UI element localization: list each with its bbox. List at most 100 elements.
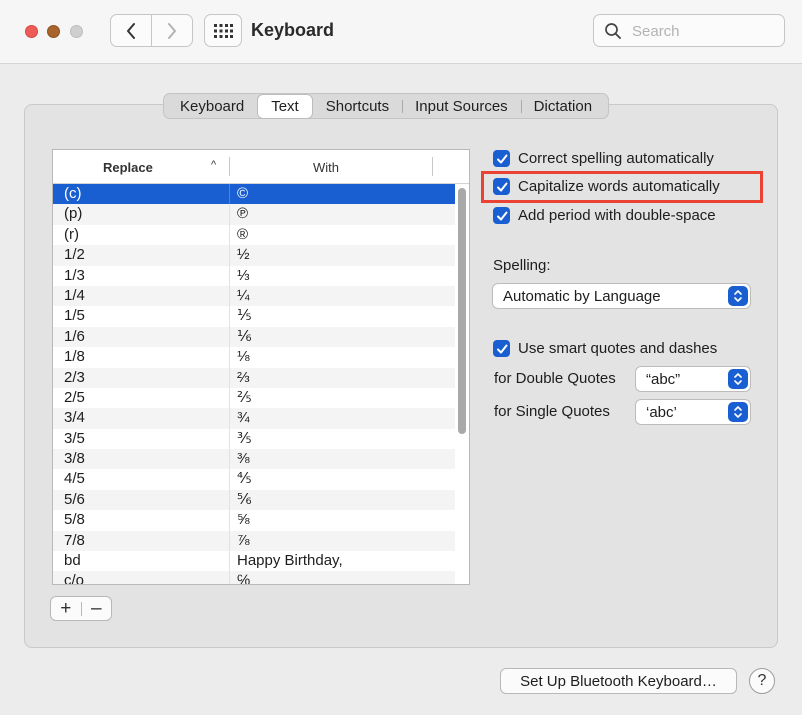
help-button[interactable]: ? <box>749 668 775 694</box>
replace-cell[interactable]: 4/5 <box>53 469 229 489</box>
capitalize-words-option[interactable]: Capitalize words automatically <box>493 178 720 195</box>
with-cell[interactable]: ⅘ <box>229 469 455 490</box>
column-header-with[interactable]: With <box>313 160 339 175</box>
with-cell[interactable]: ℅ <box>229 571 455 584</box>
tab-input-sources[interactable]: Input Sources <box>402 94 521 118</box>
with-cell[interactable]: ℗ <box>229 204 455 225</box>
correct-spelling-checkbox[interactable] <box>493 150 510 167</box>
table-row[interactable]: 1/6 ⅙ <box>53 326 455 348</box>
replace-cell[interactable]: 3/8 <box>53 449 229 469</box>
show-all-button[interactable] <box>204 14 242 47</box>
remove-button[interactable]: – <box>82 598 112 620</box>
replace-cell[interactable]: (c) <box>53 184 229 204</box>
table-row[interactable]: 7/8 ⅞ <box>53 530 455 552</box>
column-divider[interactable] <box>229 157 230 176</box>
table-row[interactable]: 2/3 ⅔ <box>53 367 455 388</box>
table-row[interactable]: 4/5 ⅘ <box>53 469 455 490</box>
table-row[interactable]: 3/8 ⅜ <box>53 449 455 470</box>
with-cell[interactable]: Happy Birthday, <box>229 551 455 572</box>
add-period-checkbox[interactable] <box>493 207 510 224</box>
search-input[interactable] <box>630 21 780 41</box>
correct-spelling-option[interactable]: Correct spelling automatically <box>493 150 714 167</box>
with-cell[interactable]: ⅜ <box>229 449 455 470</box>
smart-quotes-checkbox[interactable] <box>493 340 510 357</box>
column-header-replace[interactable]: Replace <box>103 160 153 175</box>
correct-spelling-label: Correct spelling automatically <box>518 150 714 167</box>
table-row[interactable]: 1/2 ½ <box>53 245 455 266</box>
with-cell[interactable]: ⅙ <box>229 326 455 348</box>
column-divider[interactable] <box>432 157 433 176</box>
table-row[interactable]: 1/3 ⅓ <box>53 265 455 286</box>
replace-cell[interactable]: 1/8 <box>53 347 229 367</box>
tab-bar: Keyboard Text Shortcuts Input Sources Di… <box>163 93 610 119</box>
table-row[interactable]: (r) ® <box>53 224 455 246</box>
title-bar: Keyboard <box>0 0 802 64</box>
replace-cell[interactable]: 1/4 <box>53 286 229 306</box>
text-replacement-table[interactable]: Replace ^ With (c) © (p) ℗ (r) ® 1/2 ½ 1/3 ⅓ 1/4 ¼ 1… <box>52 149 470 585</box>
with-cell[interactable]: ⅞ <box>229 530 455 552</box>
replace-cell[interactable]: 3/5 <box>53 429 229 449</box>
with-cell[interactable]: ⅝ <box>229 510 455 531</box>
with-cell[interactable]: ¼ <box>229 285 455 307</box>
replace-cell[interactable]: 2/3 <box>53 368 229 388</box>
single-quotes-popup[interactable]: ‘abc’ <box>635 399 751 425</box>
table-row[interactable]: 3/5 ⅗ <box>53 428 455 450</box>
single-quotes-label: for Single Quotes <box>494 403 610 420</box>
table-row[interactable]: 1/5 ⅕ <box>53 306 455 327</box>
replace-cell[interactable]: 1/2 <box>53 245 229 265</box>
add-button[interactable]: + <box>51 598 81 620</box>
close-window-button[interactable] <box>25 25 38 38</box>
with-cell[interactable]: ⅖ <box>229 387 455 409</box>
replace-cell[interactable]: c/o <box>53 571 229 584</box>
replace-cell[interactable]: 5/8 <box>53 510 229 530</box>
replace-cell[interactable]: 5/6 <box>53 490 229 510</box>
replace-cell[interactable]: 1/3 <box>53 266 229 286</box>
forward-button[interactable] <box>151 14 193 47</box>
tab-text[interactable]: Text <box>257 93 313 119</box>
replace-cell[interactable]: (p) <box>53 204 229 224</box>
replace-cell[interactable]: 3/4 <box>53 408 229 428</box>
with-cell[interactable]: ⅔ <box>229 367 455 388</box>
table-row[interactable]: 2/5 ⅖ <box>53 387 455 409</box>
sort-ascending-icon: ^ <box>211 159 217 171</box>
tab-dictation[interactable]: Dictation <box>520 94 605 118</box>
search-field[interactable] <box>593 14 785 47</box>
replace-cell[interactable]: 1/5 <box>53 306 229 326</box>
spelling-popup[interactable]: Automatic by Language <box>492 283 751 309</box>
replace-cell[interactable]: 7/8 <box>53 531 229 551</box>
vertical-scrollbar[interactable] <box>458 188 466 434</box>
with-cell[interactable]: ½ <box>229 245 455 266</box>
zoom-window-button[interactable] <box>70 25 83 38</box>
double-quotes-popup[interactable]: “abc” <box>635 366 751 392</box>
with-cell[interactable]: © <box>229 184 455 205</box>
table-row[interactable]: 5/6 ⅚ <box>53 489 455 511</box>
with-cell[interactable]: ® <box>229 224 455 246</box>
with-cell[interactable]: ⅓ <box>229 265 455 286</box>
setup-bluetooth-keyboard-button[interactable]: Set Up Bluetooth Keyboard… <box>500 668 737 694</box>
checkmark-icon <box>496 182 507 191</box>
table-row[interactable]: (c) © <box>53 184 455 205</box>
replace-cell[interactable]: (r) <box>53 225 229 245</box>
replace-cell[interactable]: 1/6 <box>53 327 229 347</box>
with-cell[interactable]: ⅗ <box>229 428 455 450</box>
table-row[interactable]: 5/8 ⅝ <box>53 510 455 531</box>
smart-quotes-option[interactable]: Use smart quotes and dashes <box>493 340 717 357</box>
tab-keyboard[interactable]: Keyboard <box>167 94 257 118</box>
with-cell[interactable]: ⅚ <box>229 489 455 511</box>
tab-shortcuts[interactable]: Shortcuts <box>313 94 402 118</box>
minimize-window-button[interactable] <box>47 25 60 38</box>
table-row[interactable]: 1/8 ⅛ <box>53 347 455 368</box>
table-row[interactable]: c/o ℅ <box>53 571 455 584</box>
table-row[interactable]: bd Happy Birthday, <box>53 551 455 572</box>
with-cell[interactable]: ⅛ <box>229 347 455 368</box>
back-button[interactable] <box>110 14 152 47</box>
add-period-option[interactable]: Add period with double-space <box>493 207 716 224</box>
replace-cell[interactable]: bd <box>53 551 229 571</box>
capitalize-words-checkbox[interactable] <box>493 178 510 195</box>
with-cell[interactable]: ¾ <box>229 408 455 429</box>
with-cell[interactable]: ⅕ <box>229 306 455 327</box>
replace-cell[interactable]: 2/5 <box>53 388 229 408</box>
table-row[interactable]: (p) ℗ <box>53 204 455 225</box>
table-row[interactable]: 1/4 ¼ <box>53 285 455 307</box>
table-row[interactable]: 3/4 ¾ <box>53 408 455 429</box>
